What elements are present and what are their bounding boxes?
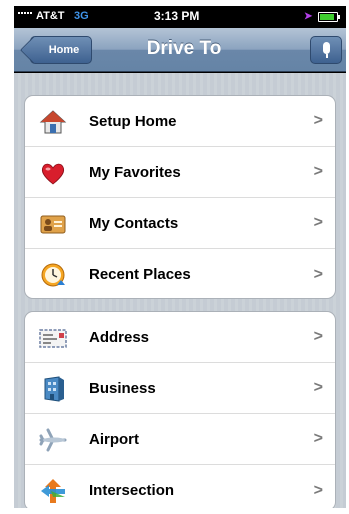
navigation-bar: Home Drive To <box>14 28 346 72</box>
voice-command-button[interactable] <box>310 36 342 64</box>
list-item-label: Address <box>89 328 150 346</box>
heart-icon <box>41 163 65 185</box>
carrier-name: AT&T <box>36 10 65 22</box>
left-border <box>0 0 14 514</box>
phone-screen: AT&T 3G 3:13 PM ➤ Home Drive To Setup Ho <box>14 6 346 508</box>
list-item-label: Airport <box>89 430 139 448</box>
list-item-intersection[interactable]: Intersection > <box>25 465 335 508</box>
list-item-label: My Contacts <box>89 214 179 232</box>
list-item-my-contacts[interactable]: My Contacts > <box>25 198 335 249</box>
airplane-icon <box>39 428 67 452</box>
status-bar: AT&T 3G 3:13 PM ➤ <box>14 6 346 28</box>
chevron-right-icon: > <box>313 430 323 447</box>
microphone-icon <box>323 42 330 54</box>
list-item-my-favorites[interactable]: My Favorites > <box>25 147 335 198</box>
network-type: 3G <box>74 10 89 22</box>
contact-card-icon <box>40 215 66 234</box>
list-item-label: Business <box>89 379 156 397</box>
address-envelope-icon <box>39 329 67 348</box>
drive-to-menu: Setup Home > My Favorites > My Contacts … <box>14 73 346 508</box>
status-time: 3:13 PM <box>154 9 200 23</box>
chevron-right-icon: > <box>313 379 323 396</box>
intersection-arrows-icon <box>41 479 65 503</box>
list-item-business[interactable]: Business > <box>25 363 335 414</box>
list-item-label: Intersection <box>89 482 175 499</box>
battery-fill <box>320 14 334 20</box>
list-item-address[interactable]: Address > <box>25 312 335 363</box>
chevron-right-icon: > <box>313 214 323 231</box>
chevron-right-icon: > <box>313 163 323 180</box>
chevron-right-icon: > <box>313 481 323 499</box>
list-item-label: My Favorites <box>89 163 181 181</box>
list-item-recent-places[interactable]: Recent Places > <box>25 249 335 298</box>
microphone-stand <box>326 54 328 58</box>
back-button-label: Home <box>48 44 80 56</box>
list-item-label: Recent Places <box>89 266 191 283</box>
list-item-setup-home[interactable]: Setup Home > <box>25 96 335 147</box>
chevron-right-icon: > <box>313 112 323 129</box>
signal-strength-icon <box>18 12 32 14</box>
clock-icon <box>41 263 65 287</box>
battery-icon <box>318 12 340 22</box>
destination-group-personal: Setup Home > My Favorites > My Contacts … <box>24 95 336 299</box>
list-item-airport[interactable]: Airport > <box>25 414 335 465</box>
destination-group-search: Address > Business > Airport > Intersect… <box>24 311 336 508</box>
page-title: Drive To <box>146 38 222 59</box>
list-item-label: Setup Home <box>89 112 177 130</box>
home-back-button[interactable]: Home <box>30 36 92 64</box>
house-icon <box>39 110 67 134</box>
chevron-right-icon: > <box>313 265 323 283</box>
business-building-icon <box>44 376 64 402</box>
location-arrow-icon: ➤ <box>304 11 313 22</box>
chevron-right-icon: > <box>313 328 323 345</box>
